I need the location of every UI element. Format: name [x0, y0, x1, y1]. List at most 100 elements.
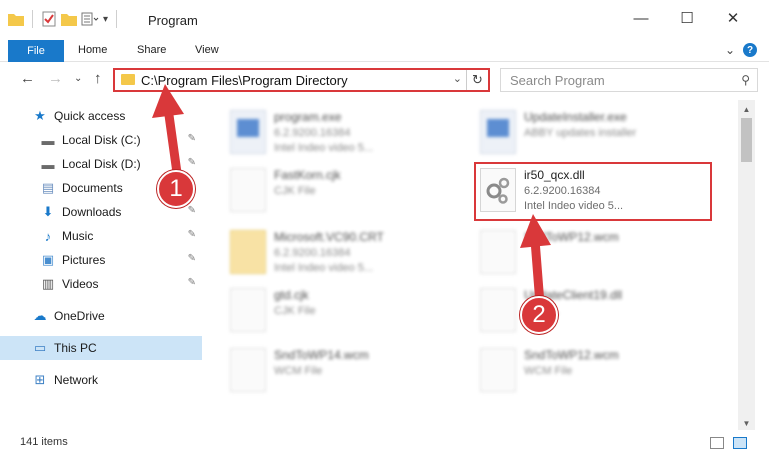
file-item[interactable]: program.exe 6.2.9200.16384 Intel Indeo vid… — [230, 106, 470, 162]
file-name: program.exe — [274, 110, 342, 124]
sidebar-item-label: Pictures — [62, 253, 106, 267]
sidebar-item-local-disk-c[interactable]: ▬ Local Disk (C:) ✎ — [0, 128, 202, 152]
cloud-icon: ☁ — [33, 308, 47, 323]
pin-icon[interactable]: ✎ — [188, 277, 196, 288]
documents-icon: ▤ — [41, 180, 55, 195]
tab-view[interactable]: View — [195, 44, 219, 56]
sidebar-item-label: Local Disk (C:) — [62, 133, 141, 147]
file-name: FastKorn.cjk — [274, 168, 341, 182]
file-item[interactable]: gtd.cjk CJK File — [230, 284, 470, 340]
sidebar-item-label: Network — [54, 373, 99, 387]
up-button[interactable]: ↑ — [94, 70, 102, 87]
document-icon — [230, 348, 266, 392]
sidebar-item-quick-access[interactable]: ★ Quick access — [0, 104, 202, 128]
sidebar-item-music[interactable]: ♪ Music ✎ — [0, 224, 202, 248]
sidebar-item-label: Downloads — [62, 205, 122, 219]
ribbon-right-controls: ⌄ ? — [725, 43, 757, 57]
file-item[interactable]: FastKorn.cjk CJK File — [230, 164, 470, 220]
properties-icon[interactable] — [41, 11, 57, 27]
file-list: program.exe 6.2.9200.16384 Intel Indeo vid… — [204, 100, 738, 430]
sidebar-item-label: Local Disk (D:) — [62, 157, 141, 171]
back-button[interactable]: ← — [20, 70, 35, 87]
pin-icon[interactable]: ✎ — [188, 133, 196, 144]
help-icon[interactable]: ? — [743, 43, 757, 57]
file-name: gtd.cjk — [274, 288, 309, 302]
document-icon — [480, 230, 516, 274]
address-path[interactable]: C:\Program Files\Program Directory — [141, 73, 348, 88]
folder-icon — [230, 230, 266, 274]
sidebar-item-onedrive[interactable]: ☁ OneDrive — [0, 304, 202, 328]
file-item[interactable]: SndToWP14.wcm WCM File — [230, 344, 470, 400]
file-description: Intel Indeo video 5... — [274, 142, 374, 154]
title-separator — [116, 10, 118, 28]
details-view-icon[interactable] — [710, 437, 724, 449]
file-name: UpdateInstaller.exe — [524, 110, 627, 124]
star-icon: ★ — [34, 108, 46, 123]
document-icon — [230, 288, 266, 332]
network-icon: ⊞ — [34, 372, 46, 387]
scroll-up-icon[interactable]: ▲ — [738, 102, 755, 116]
file-version: CJK File — [274, 305, 316, 317]
exe-icon — [230, 110, 266, 154]
file-version: 6.2.9200.16384 — [274, 127, 351, 139]
sidebar-item-pictures[interactable]: ▣ Pictures ✎ — [0, 248, 202, 272]
search-icon[interactable]: ⚲ — [741, 73, 750, 87]
scroll-down-icon[interactable]: ▼ — [738, 416, 755, 430]
pin-icon[interactable]: ✎ — [188, 229, 196, 240]
file-item[interactable]: SndToWP12.wcm — [480, 226, 720, 282]
address-bar[interactable]: C:\Program Files\Program Directory ⌄ ↻ — [113, 68, 490, 92]
document-icon — [230, 168, 266, 212]
music-icon: ♪ — [44, 228, 52, 244]
sidebar-item-label: This PC — [54, 341, 97, 355]
forward-button[interactable]: → — [48, 70, 63, 87]
sidebar-item-videos[interactable]: ▥ Videos ✎ — [0, 272, 202, 296]
pictures-icon: ▣ — [41, 252, 55, 267]
large-icons-view-icon[interactable] — [733, 437, 747, 449]
file-version: 6.2.9200.16384 — [274, 247, 351, 259]
sidebar-item-label: Quick access — [54, 109, 126, 123]
file-item[interactable]: UpdateClient19.dllce DLL — [480, 284, 720, 340]
file-version: ABBY updates installer — [524, 127, 637, 139]
drive-icon: ▬ — [41, 132, 55, 148]
recent-locations-button[interactable]: ⌄ — [74, 73, 82, 84]
window-title: Program — [148, 13, 198, 28]
sidebar-item-label: OneDrive — [54, 309, 105, 323]
pin-icon[interactable]: ✎ — [188, 205, 196, 216]
file-name: SndToWP12.wcm — [524, 230, 619, 244]
sidebar-item-label: Videos — [62, 277, 99, 291]
folder-icon[interactable] — [8, 12, 24, 26]
expand-ribbon-icon[interactable]: ⌄ — [725, 43, 735, 57]
refresh-button[interactable]: ↻ — [466, 70, 488, 90]
tab-file[interactable]: File — [8, 40, 64, 62]
item-count: 141 items — [20, 436, 68, 448]
scroll-thumb[interactable] — [741, 118, 752, 162]
video-icon: ▥ — [41, 276, 55, 291]
search-input[interactable]: Search Program — [510, 73, 605, 88]
sidebar-item-this-pc[interactable]: ▭ This PC — [0, 336, 202, 360]
new-folder-icon[interactable] — [61, 12, 77, 26]
computer-icon: ▭ — [33, 340, 47, 355]
sidebar-item-label: Music — [62, 229, 94, 243]
maximize-button[interactable]: ☐ — [675, 8, 699, 28]
file-version: WCM File — [524, 365, 573, 377]
file-name: SndToWP14.wcm — [274, 348, 369, 362]
file-item[interactable]: UpdateInstaller.exe ABBY updates installe… — [480, 106, 720, 162]
sidebar-item-label: Documents — [62, 181, 123, 195]
vertical-scrollbar[interactable]: ▲ ▼ — [738, 100, 755, 430]
pin-icon[interactable]: ✎ — [188, 157, 196, 168]
tab-share[interactable]: Share — [137, 44, 166, 56]
address-dropdown-icon[interactable]: ⌄ — [453, 72, 462, 85]
file-item[interactable]: Microsoft.VC90.CRT 6.2.9200.16384 Intel In… — [230, 226, 470, 282]
customize-view-icon[interactable] — [81, 12, 99, 26]
minimize-button[interactable]: — — [629, 8, 653, 28]
sidebar-item-network[interactable]: ⊞ Network — [0, 368, 202, 392]
file-item[interactable]: SndToWP12.wcm WCM File — [480, 344, 720, 400]
search-box[interactable]: Search Program ⚲ — [500, 68, 758, 92]
quick-access-toolbar: ▾ — [8, 10, 121, 28]
ribbon-tabs: File Home Share View ⌄ ? — [0, 40, 769, 62]
exe-icon — [480, 110, 516, 154]
toolbar-dropdown-icon[interactable]: ▾ — [103, 14, 108, 25]
tab-home[interactable]: Home — [78, 44, 107, 56]
pin-icon[interactable]: ✎ — [188, 253, 196, 264]
close-button[interactable]: ✕ — [721, 8, 745, 28]
